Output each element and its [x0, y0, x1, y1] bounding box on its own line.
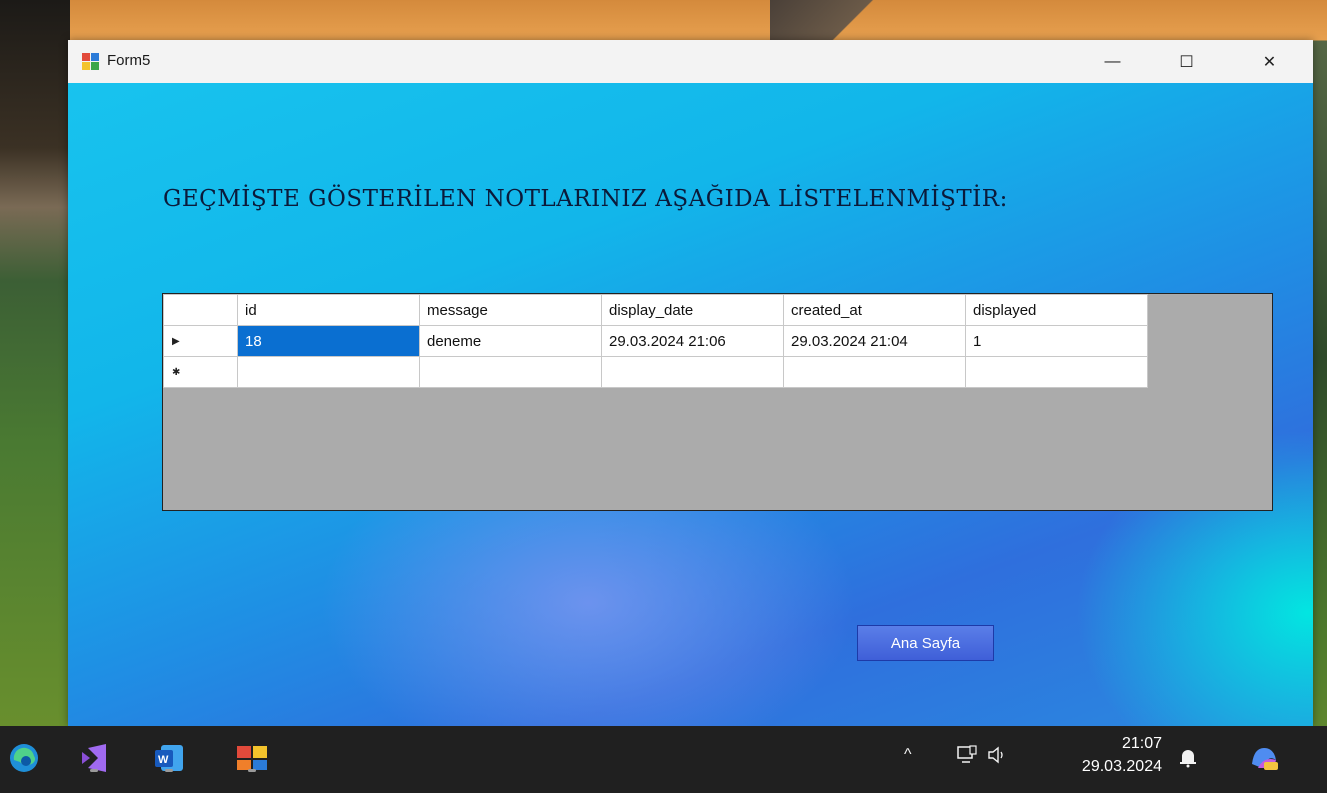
column-header-created-at[interactable]: created_at — [783, 294, 966, 326]
clock-time[interactable]: 21:07 — [1100, 735, 1162, 753]
column-header-id[interactable]: id — [237, 294, 420, 326]
title-bar[interactable]: Form5 — ☐ ✕ — [68, 40, 1313, 83]
home-button[interactable]: Ana Sayfa — [857, 625, 994, 661]
running-indicator — [165, 769, 173, 772]
wallpaper-scene — [0, 0, 70, 740]
minimize-button[interactable]: — — [1084, 40, 1141, 83]
notification-bell-icon[interactable] — [1177, 746, 1199, 773]
grid-cell-created-at[interactable] — [783, 356, 966, 388]
network-icon[interactable] — [956, 744, 978, 771]
grid-cell-display-date[interactable] — [601, 356, 784, 388]
close-button[interactable]: ✕ — [1241, 40, 1298, 83]
visual-studio-icon[interactable] — [76, 740, 112, 776]
grid-header-row: id message display_date created_at displ… — [163, 294, 1148, 326]
maximize-button[interactable]: ☐ — [1158, 40, 1215, 83]
maximize-icon: ☐ — [1179, 53, 1194, 71]
page-title: GEÇMİŞTE GÖSTERİLEN NOTLARINIZ AŞAĞIDA L… — [163, 186, 1008, 212]
wallpaper-rock — [770, 0, 900, 40]
close-icon: ✕ — [1262, 53, 1277, 71]
grid-table: id message display_date created_at displ… — [163, 294, 1148, 388]
running-indicator — [248, 769, 256, 772]
new-row-indicator-icon[interactable]: ✱ — [163, 356, 238, 388]
table-row[interactable]: ▶ 18 deneme 29.03.2024 21:06 29.03.2024 … — [163, 325, 1148, 357]
window-title: Form5 — [107, 52, 151, 69]
minimize-icon: — — [1104, 52, 1121, 70]
app-window: Form5 — ☐ ✕ GEÇMİŞTE GÖSTERİLEN NOTLARIN… — [68, 40, 1313, 726]
svg-text:W: W — [158, 754, 169, 766]
word-icon[interactable]: W — [151, 740, 187, 776]
column-header-message[interactable]: message — [419, 294, 602, 326]
column-header-display-date[interactable]: display_date — [601, 294, 784, 326]
chevron-up-icon[interactable]: ^ — [904, 746, 912, 764]
grid-cell-displayed[interactable]: 1 — [965, 325, 1148, 357]
copilot-icon[interactable] — [1246, 740, 1282, 776]
windows-forms-app-icon[interactable] — [234, 740, 270, 776]
grid-cell-displayed[interactable] — [965, 356, 1148, 388]
grid-cell-message[interactable]: deneme — [419, 325, 602, 357]
column-header-displayed[interactable]: displayed — [965, 294, 1148, 326]
running-indicator — [90, 769, 98, 772]
current-row-indicator-icon[interactable]: ▶ — [163, 325, 238, 357]
volume-icon[interactable] — [986, 745, 1008, 770]
edge-icon[interactable] — [6, 740, 42, 776]
grid-cell-id[interactable] — [237, 356, 420, 388]
new-row[interactable]: ✱ — [163, 356, 1148, 388]
grid-cell-created-at[interactable]: 29.03.2024 21:04 — [783, 325, 966, 357]
row-header-corner — [163, 294, 238, 326]
form-client-area: GEÇMİŞTE GÖSTERİLEN NOTLARINIZ AŞAĞIDA L… — [68, 83, 1313, 726]
clock-date[interactable]: 29.03.2024 — [1060, 758, 1162, 776]
form-icon — [82, 53, 99, 70]
grid-cell-message[interactable] — [419, 356, 602, 388]
notes-data-grid[interactable]: id message display_date created_at displ… — [162, 293, 1273, 511]
grid-cell-display-date[interactable]: 29.03.2024 21:06 — [601, 325, 784, 357]
taskbar: W ^ 21:07 29.03.2024 — [0, 726, 1327, 793]
grid-cell-id[interactable]: 18 — [237, 325, 420, 357]
